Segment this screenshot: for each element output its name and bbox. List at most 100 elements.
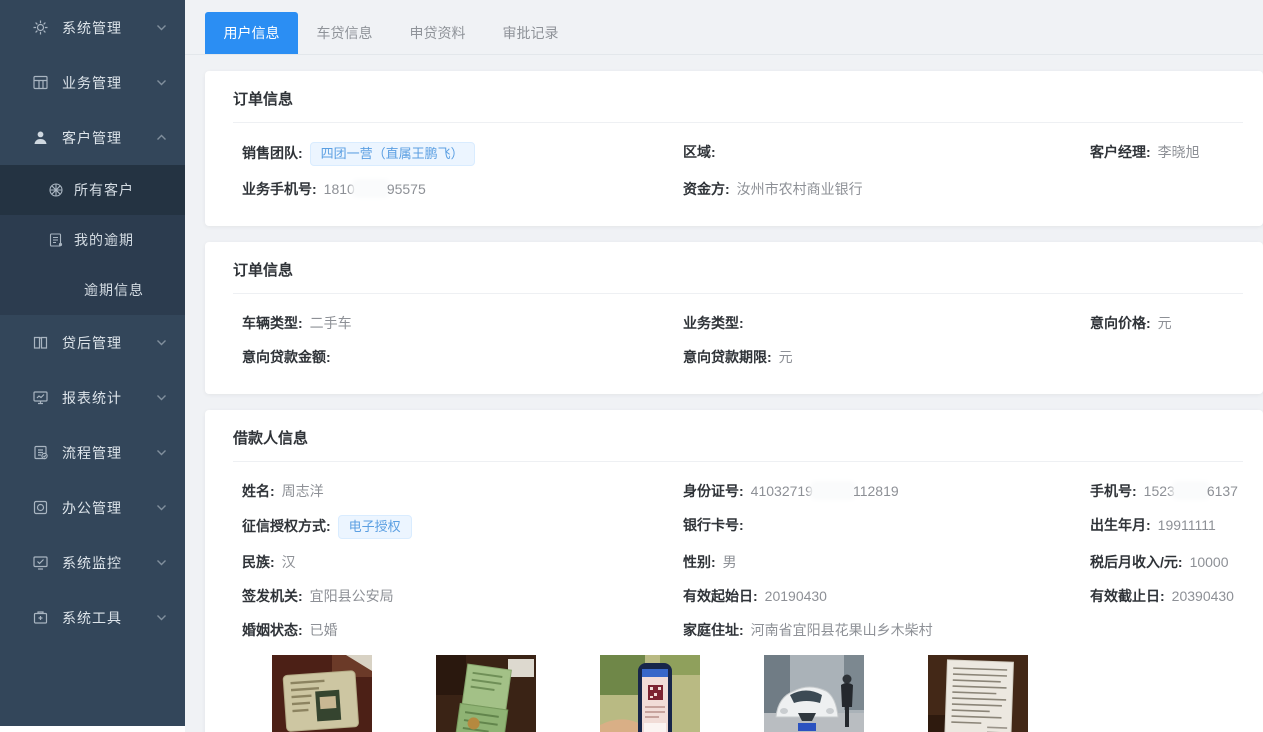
redaction-blur [1175, 484, 1207, 497]
chevron-down-icon [156, 447, 167, 458]
photo-qr-authorization[interactable]: 授权证明 [600, 655, 700, 732]
order-info-2-fields: 车辆类型:二手车 业务类型: 意向价格:元 意向贷款金额: 意向贷款期限:元 [242, 313, 1243, 368]
redaction-blur [813, 484, 853, 497]
sidebar-item-label: 系统工具 [62, 608, 156, 628]
sidebar-item-label: 办公管理 [62, 498, 156, 518]
field-id-number: 身份证号:41032719112819 [683, 481, 1090, 502]
sidebar-item-label: 系统管理 [62, 18, 156, 38]
chevron-down-icon [156, 77, 167, 88]
field-marital-status: 婚姻状态:已婚 [242, 620, 683, 641]
field-intent-price: 意向价格:元 [1090, 313, 1243, 334]
office-icon [32, 499, 49, 516]
sidebar-item-label: 逾期信息 [84, 280, 144, 300]
sidebar-item-business-management[interactable]: 业务管理 [0, 55, 185, 110]
tab-loan-application-docs[interactable]: 申贷资料 [391, 12, 484, 54]
sidebar-item-label: 我的逾期 [74, 230, 134, 250]
chevron-down-icon [156, 392, 167, 403]
field-monthly-income: 税后月收入/元:10000 [1090, 552, 1243, 573]
field-intent-loan-amount: 意向贷款金额: [242, 347, 683, 368]
field-empty [1090, 620, 1243, 641]
chevron-down-icon [156, 337, 167, 348]
tab-approval-records[interactable]: 审批记录 [484, 12, 577, 54]
order-info-card-2: 订单信息 车辆类型:二手车 业务类型: 意向价格:元 意向贷款金额: 意向贷款期… [205, 242, 1263, 394]
main-content: 用户信息 车贷信息 申贷资料 审批记录 订单信息 销售团队:四团一营（直属王鹏飞… [185, 0, 1263, 732]
field-name: 姓名:周志洋 [242, 481, 683, 502]
photo-person-with-car[interactable]: 人车照 [764, 655, 864, 732]
gear-icon [32, 19, 49, 36]
photo-id-card[interactable]: 本人照 [272, 655, 372, 732]
field-gender: 性别:男 [683, 552, 1090, 573]
field-valid-from: 有效起始日:20190430 [683, 586, 1090, 607]
sidebar-item-label: 业务管理 [62, 73, 156, 93]
user-icon [32, 129, 49, 146]
photo-license-booklet[interactable]: 驾驶证照片 [436, 655, 536, 732]
chevron-down-icon [156, 612, 167, 623]
report-icon [32, 389, 49, 406]
sidebar-item-system-management[interactable]: 系统管理 [0, 0, 185, 55]
field-empty [1090, 347, 1243, 368]
sidebar-item-office-management[interactable]: 办公管理 [0, 480, 185, 535]
sidebar-item-overdue-info[interactable]: 逾期信息 [0, 265, 185, 315]
order-info-card-1: 订单信息 销售团队:四团一营（直属王鹏飞） 区域: 客户经理:李晓旭 业务手机号… [205, 71, 1263, 226]
sales-team-tag[interactable]: 四团一营（直属王鹏飞） [310, 142, 475, 166]
document-icon [48, 232, 64, 248]
field-intent-loan-term: 意向贷款期限:元 [683, 347, 1090, 368]
field-issuing-authority: 签发机关:宜阳县公安局 [242, 586, 683, 607]
monitor-icon [32, 554, 49, 571]
book-icon [32, 334, 49, 351]
chevron-down-icon [156, 22, 167, 33]
field-business-phone: 业务手机号:181095575 [242, 179, 683, 200]
photo-handwritten-document[interactable]: 其他材料 [928, 655, 1028, 732]
field-business-type: 业务类型: [683, 313, 1090, 334]
field-empty [1090, 179, 1243, 200]
borrower-info-card: 借款人信息 姓名:周志洋 身份证号:41032719112819 手机号:152… [205, 410, 1263, 732]
field-credit-auth-method: 征信授权方式:电子授权 [242, 515, 683, 539]
sidebar-item-system-monitor[interactable]: 系统监控 [0, 535, 185, 590]
field-vehicle-type: 车辆类型:二手车 [242, 313, 683, 334]
card-title: 借款人信息 [233, 427, 1243, 462]
chevron-down-icon [156, 557, 167, 568]
chevron-down-icon [156, 502, 167, 513]
field-account-manager: 客户经理:李晓旭 [1090, 142, 1243, 166]
field-birth-date: 出生年月:19911111 [1090, 515, 1243, 539]
document-photos: 本人照 驾驶证照片 [272, 655, 1243, 732]
sidebar-item-label: 报表统计 [62, 388, 156, 408]
field-valid-to: 有效截止日:20390430 [1090, 586, 1243, 607]
customers-icon [48, 182, 64, 198]
tab-bar: 用户信息 车贷信息 申贷资料 审批记录 [185, 0, 1263, 55]
sidebar-item-label: 客户管理 [62, 128, 156, 148]
tab-car-loan-info[interactable]: 车贷信息 [298, 12, 391, 54]
field-funder: 资金方:汝州市农村商业银行 [683, 179, 1090, 200]
redaction-blur [355, 182, 387, 195]
field-home-address: 家庭住址:河南省宜阳县花果山乡木柴村 [683, 620, 1090, 641]
field-mobile-number: 手机号:15236137 [1090, 481, 1243, 502]
field-bank-card: 银行卡号: [683, 515, 1090, 539]
card-title: 订单信息 [233, 259, 1243, 294]
sidebar-item-system-tools[interactable]: 系统工具 [0, 590, 185, 645]
sidebar-item-label: 流程管理 [62, 443, 156, 463]
field-ethnicity: 民族:汉 [242, 552, 683, 573]
sidebar: 系统管理 业务管理 客户管理 所有客户 [0, 0, 185, 726]
app-window: 系统管理 业务管理 客户管理 所有客户 [0, 0, 1263, 732]
field-sales-team: 销售团队:四团一营（直属王鹏飞） [242, 142, 683, 166]
card-title: 订单信息 [233, 88, 1243, 123]
sidebar-item-all-customers[interactable]: 所有客户 [0, 165, 185, 215]
grid-icon [32, 74, 49, 91]
sidebar-submenu-customer: 所有客户 我的逾期 逾期信息 [0, 165, 185, 315]
field-region: 区域: [683, 142, 1090, 166]
borrower-fields: 姓名:周志洋 身份证号:41032719112819 手机号:15236137 … [242, 481, 1243, 641]
order-info-1-fields: 销售团队:四团一营（直属王鹏飞） 区域: 客户经理:李晓旭 业务手机号:1810… [242, 142, 1243, 200]
sidebar-item-my-overdue[interactable]: 我的逾期 [0, 215, 185, 265]
credit-auth-tag[interactable]: 电子授权 [338, 515, 412, 539]
sidebar-item-postloan-management[interactable]: 贷后管理 [0, 315, 185, 370]
sidebar-item-label: 贷后管理 [62, 333, 156, 353]
tools-icon [32, 609, 49, 626]
chevron-up-icon [156, 132, 167, 143]
sidebar-item-label: 所有客户 [74, 180, 134, 200]
tab-user-info[interactable]: 用户信息 [205, 12, 298, 54]
sidebar-item-report-statistics[interactable]: 报表统计 [0, 370, 185, 425]
process-icon [32, 444, 49, 461]
sidebar-item-customer-management[interactable]: 客户管理 [0, 110, 185, 165]
sidebar-item-label: 系统监控 [62, 553, 156, 573]
sidebar-item-process-management[interactable]: 流程管理 [0, 425, 185, 480]
